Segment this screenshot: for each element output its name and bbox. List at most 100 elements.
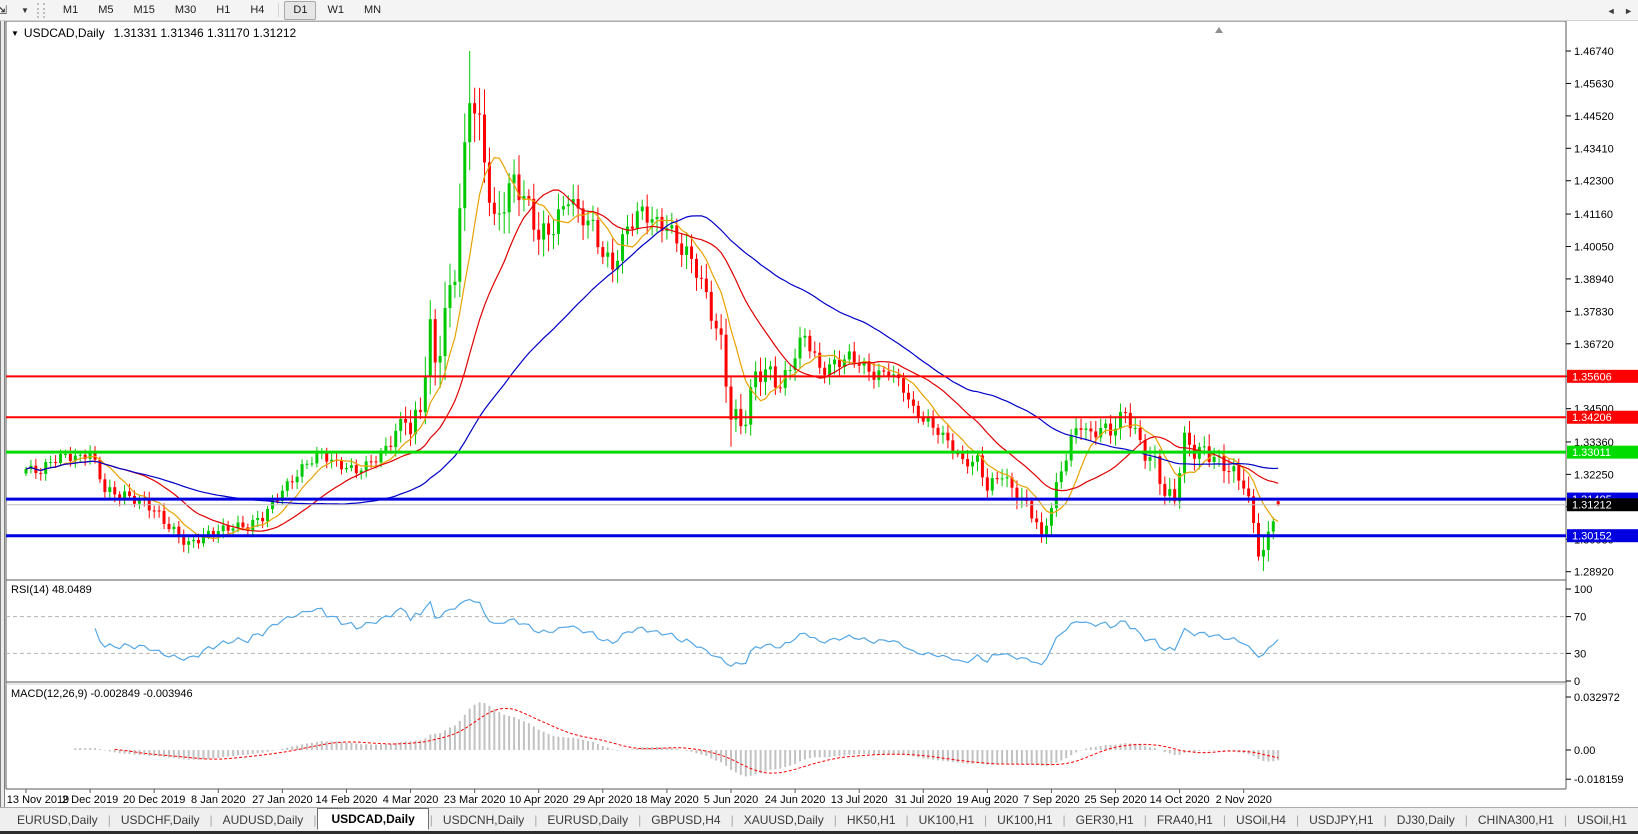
date-axis-tick: 4 Mar 2020 (383, 794, 439, 806)
medium-ma-line (25, 189, 1279, 532)
rsi-line (94, 598, 1279, 668)
macd-pane: 0.032972 0.00 -0.018159 (74, 692, 1624, 786)
price-axis-tick: 1.42300 (1574, 176, 1614, 188)
date-axis-tick: 2 Nov 2020 (1216, 794, 1272, 806)
tab-eurusd-daily[interactable]: EURUSD,Daily (8, 810, 107, 830)
rsi-axis-tick: 30 (1574, 648, 1586, 660)
tab-eurusd-daily[interactable]: EURUSD,Daily (538, 810, 637, 830)
chart-canvas[interactable]: 1.46740 1.45630 1.44520 1.43410 1.42300 1.411… (0, 0, 1638, 834)
macd-indicator-label: MACD(12,26,9) -0.002849 -0.003946 (11, 688, 193, 700)
price-axis-tick: 1.36720 (1574, 339, 1614, 351)
price-axis-tick: 1.32250 (1574, 469, 1614, 481)
rsi-axis-tick: 0 (1574, 676, 1580, 688)
tab-ger30-h1[interactable]: GER30,H1 (1067, 810, 1143, 830)
date-axis-tick: 19 Aug 2020 (956, 794, 1018, 806)
svg-text:1.30152: 1.30152 (1572, 531, 1612, 543)
rsi-pane: 100 70 30 0 (6, 584, 1592, 688)
tab-usdchf-daily[interactable]: USDCHF,Daily (112, 810, 209, 830)
tab-gbpusd-h4[interactable]: GBPUSD,H4 (642, 810, 729, 830)
date-axis-tick: 7 Sep 2020 (1023, 794, 1079, 806)
tab-usoil-h1[interactable]: USOil,H1 (1568, 810, 1636, 830)
timeframe-button-m15[interactable]: M15 (124, 1, 163, 20)
tab-uk100-h1[interactable]: UK100,H1 (988, 810, 1061, 830)
svg-text:1.35606: 1.35606 (1572, 371, 1612, 383)
tab-xauusd-daily[interactable]: XAUUSD,Daily (735, 810, 833, 830)
tab-audusd-daily[interactable]: AUDUSD,Daily (214, 810, 313, 830)
chevron-down-icon[interactable]: ▼ (21, 6, 29, 15)
tab-hk50-h1[interactable]: HK50,H1 (838, 810, 905, 830)
tab-scroll-arrows: ◄ ► (1601, 6, 1633, 16)
price-axis-tick: 1.37830 (1574, 306, 1614, 318)
date-axis-tick: 25 Sep 2020 (1084, 794, 1146, 806)
date-axis-tick: 13 Jul 2020 (831, 794, 888, 806)
price-level-labels: 1.356061.342061.330111.314051.301521.312… (1567, 369, 1638, 543)
symbol-caret-icon[interactable]: ▼ (11, 29, 19, 38)
price-axis-tick: 1.45630 (1574, 78, 1614, 90)
macd-signal-line (114, 707, 1279, 774)
tab-scroll-left-icon[interactable]: ◄ (1607, 6, 1616, 16)
timeframe-button-d1[interactable]: D1 (284, 0, 317, 20)
tab-fra40-h1[interactable]: FRA40,H1 (1148, 810, 1222, 830)
date-axis-tick: 23 Mar 2020 (444, 794, 506, 806)
rsi-indicator-label: RSI(14) 48.0489 (11, 584, 92, 596)
price-axis-tick: 1.28920 (1574, 567, 1614, 579)
timeframe-bar: M1 M5 M15 M30 H1 H4 D1 W1 MN (53, 0, 391, 20)
timeframe-button-mn[interactable]: MN (355, 1, 390, 20)
symbol-tabs: EURUSD,Daily | USDCHF,Daily | AUDUSD,Daily | U… (0, 807, 1638, 831)
price-axis-tick: 1.40050 (1574, 241, 1614, 253)
price-axis-tick: 1.43410 (1574, 143, 1614, 155)
chart-title-ohlc: 1.31331 1.31346 1.31170 1.31212 (113, 26, 297, 40)
cursor-tool-icon[interactable]: ⇲ (0, 3, 19, 17)
timeframe-button-h1[interactable]: H1 (207, 1, 239, 20)
chart-title: ▼ USDCAD,Daily 1.31331 1.31346 1.31170 1.3… (11, 26, 296, 40)
date-axis-tick: 14 Feb 2020 (316, 794, 378, 806)
tab-usdcnh-daily[interactable]: USDCNH,Daily (434, 810, 533, 830)
date-axis-tick: 8 Jan 2020 (191, 794, 245, 806)
tab-scroll-right-icon[interactable]: ► (1624, 6, 1633, 16)
date-axis-tick: 27 Jan 2020 (252, 794, 313, 806)
macd-axis-tick: 0.00 (1574, 745, 1595, 757)
price-axis-tick: 1.46740 (1574, 46, 1614, 58)
slow-ma-line (25, 215, 1279, 505)
timeframe-button-m5[interactable]: M5 (89, 1, 122, 20)
price-axis-tick: 1.38940 (1574, 274, 1614, 286)
date-axis-tick: 18 May 2020 (635, 794, 699, 806)
timeframe-button-w1[interactable]: W1 (318, 1, 353, 20)
timeframe-button-h4[interactable]: H4 (241, 1, 273, 20)
timeframe-button-m1[interactable]: M1 (54, 1, 87, 20)
window-left-edge (0, 21, 5, 811)
rsi-axis-tick: 70 (1574, 612, 1586, 624)
top-toolbar: ⇲ ▼ M1 M5 M15 M30 H1 H4 D1 W1 MN (0, 0, 1638, 21)
date-axis-tick: 10 Apr 2020 (509, 794, 568, 806)
macd-axis-tick: -0.018159 (1574, 774, 1624, 786)
date-axis-tick: 14 Oct 2020 (1150, 794, 1210, 806)
timeframe-button-m30[interactable]: M30 (166, 1, 205, 20)
toolbar-group-separator (278, 3, 280, 17)
svg-text:1.33011: 1.33011 (1572, 447, 1611, 459)
date-axis: 13 Nov 20192 Dec 2019 20 Dec 2019 8 Jan 20… (7, 789, 1272, 806)
date-axis-tick: 13 Nov 2019 (7, 794, 69, 806)
price-axis-tick: 1.44520 (1574, 111, 1614, 123)
svg-text:1.31212: 1.31212 (1572, 500, 1612, 512)
tab-usdcad-daily[interactable]: USDCAD,Daily (317, 807, 429, 830)
price-axis-tick: 1.41160 (1574, 209, 1613, 221)
date-axis-tick: 20 Dec 2019 (123, 794, 185, 806)
chart-title-symbol: USDCAD,Daily (23, 26, 105, 40)
rsi-axis-tick: 100 (1574, 584, 1592, 596)
date-axis-tick: 24 Jun 2020 (765, 794, 826, 806)
pane-borders (5, 20, 1567, 790)
date-axis-tick: 5 Jun 2020 (704, 794, 758, 806)
svg-text:1.34206: 1.34206 (1572, 412, 1612, 424)
tab-dj30-daily[interactable]: DJ30,Daily (1388, 810, 1464, 830)
tab-uk100-h1[interactable]: UK100,H1 (910, 810, 983, 830)
candles-layer (24, 51, 1280, 572)
toolbar-drag-handle[interactable] (36, 2, 45, 18)
macd-axis-tick: 0.032972 (1574, 692, 1620, 704)
tab-china300-h1[interactable]: CHINA300,H1 (1469, 810, 1563, 830)
date-axis-tick: 2 Dec 2019 (62, 794, 118, 806)
date-axis-tick: 31 Jul 2020 (895, 794, 952, 806)
tab-usoil-h4[interactable]: USOil,H4 (1227, 810, 1295, 830)
chart-shift-marker-icon[interactable] (1215, 27, 1223, 33)
date-axis-tick: 29 Apr 2020 (573, 794, 632, 806)
tab-usdjpy-h1[interactable]: USDJPY,H1 (1300, 810, 1382, 830)
